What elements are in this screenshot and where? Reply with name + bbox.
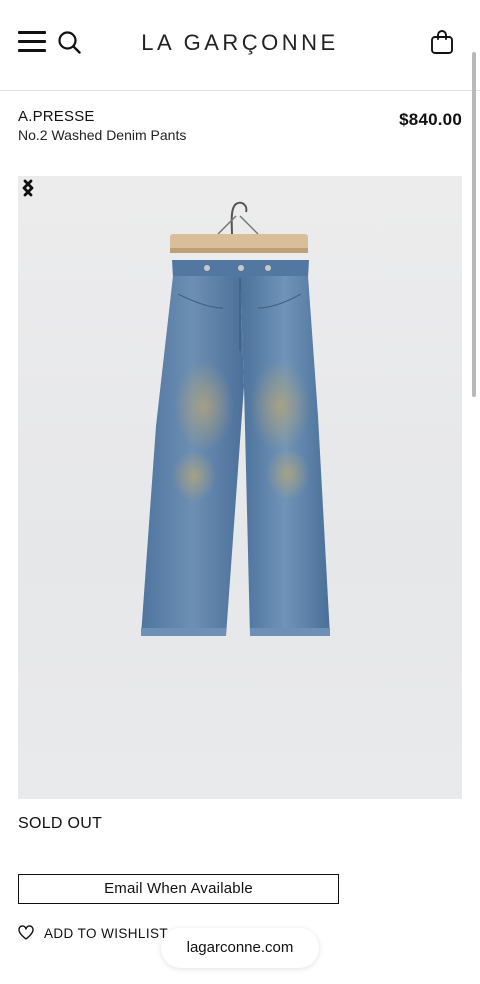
wishlist-label: ADD TO WISHLIST	[44, 925, 169, 941]
site-logo[interactable]: LA GARÇONNE	[120, 28, 360, 58]
browser-url-pill[interactable]: lagarconne.com	[161, 928, 319, 968]
search-icon[interactable]	[57, 30, 81, 54]
heart-icon	[18, 925, 34, 940]
product-brand[interactable]: A.PRESSE	[18, 108, 95, 125]
hamburger-menu-icon[interactable]	[18, 31, 46, 53]
product-name: No.2 Washed Denim Pants	[18, 127, 187, 143]
page-scrollbar[interactable]	[472, 52, 476, 397]
add-to-wishlist-button[interactable]: ADD TO WISHLIST	[18, 923, 168, 943]
stock-status: SOLD OUT	[18, 815, 103, 832]
site-header: LA GARÇONNE	[0, 0, 480, 91]
shopping-bag-icon[interactable]	[430, 29, 454, 55]
product-price: $840.00	[399, 110, 462, 129]
product-image-gallery[interactable]	[18, 176, 462, 799]
chevron-right-icon[interactable]	[18, 176, 38, 200]
denim-pants-image	[141, 201, 330, 636]
email-when-available-button[interactable]: Email When Available	[18, 874, 339, 904]
product-page: LA GARÇONNE A.PRESSE No.2 Washed Denim P…	[0, 0, 480, 984]
